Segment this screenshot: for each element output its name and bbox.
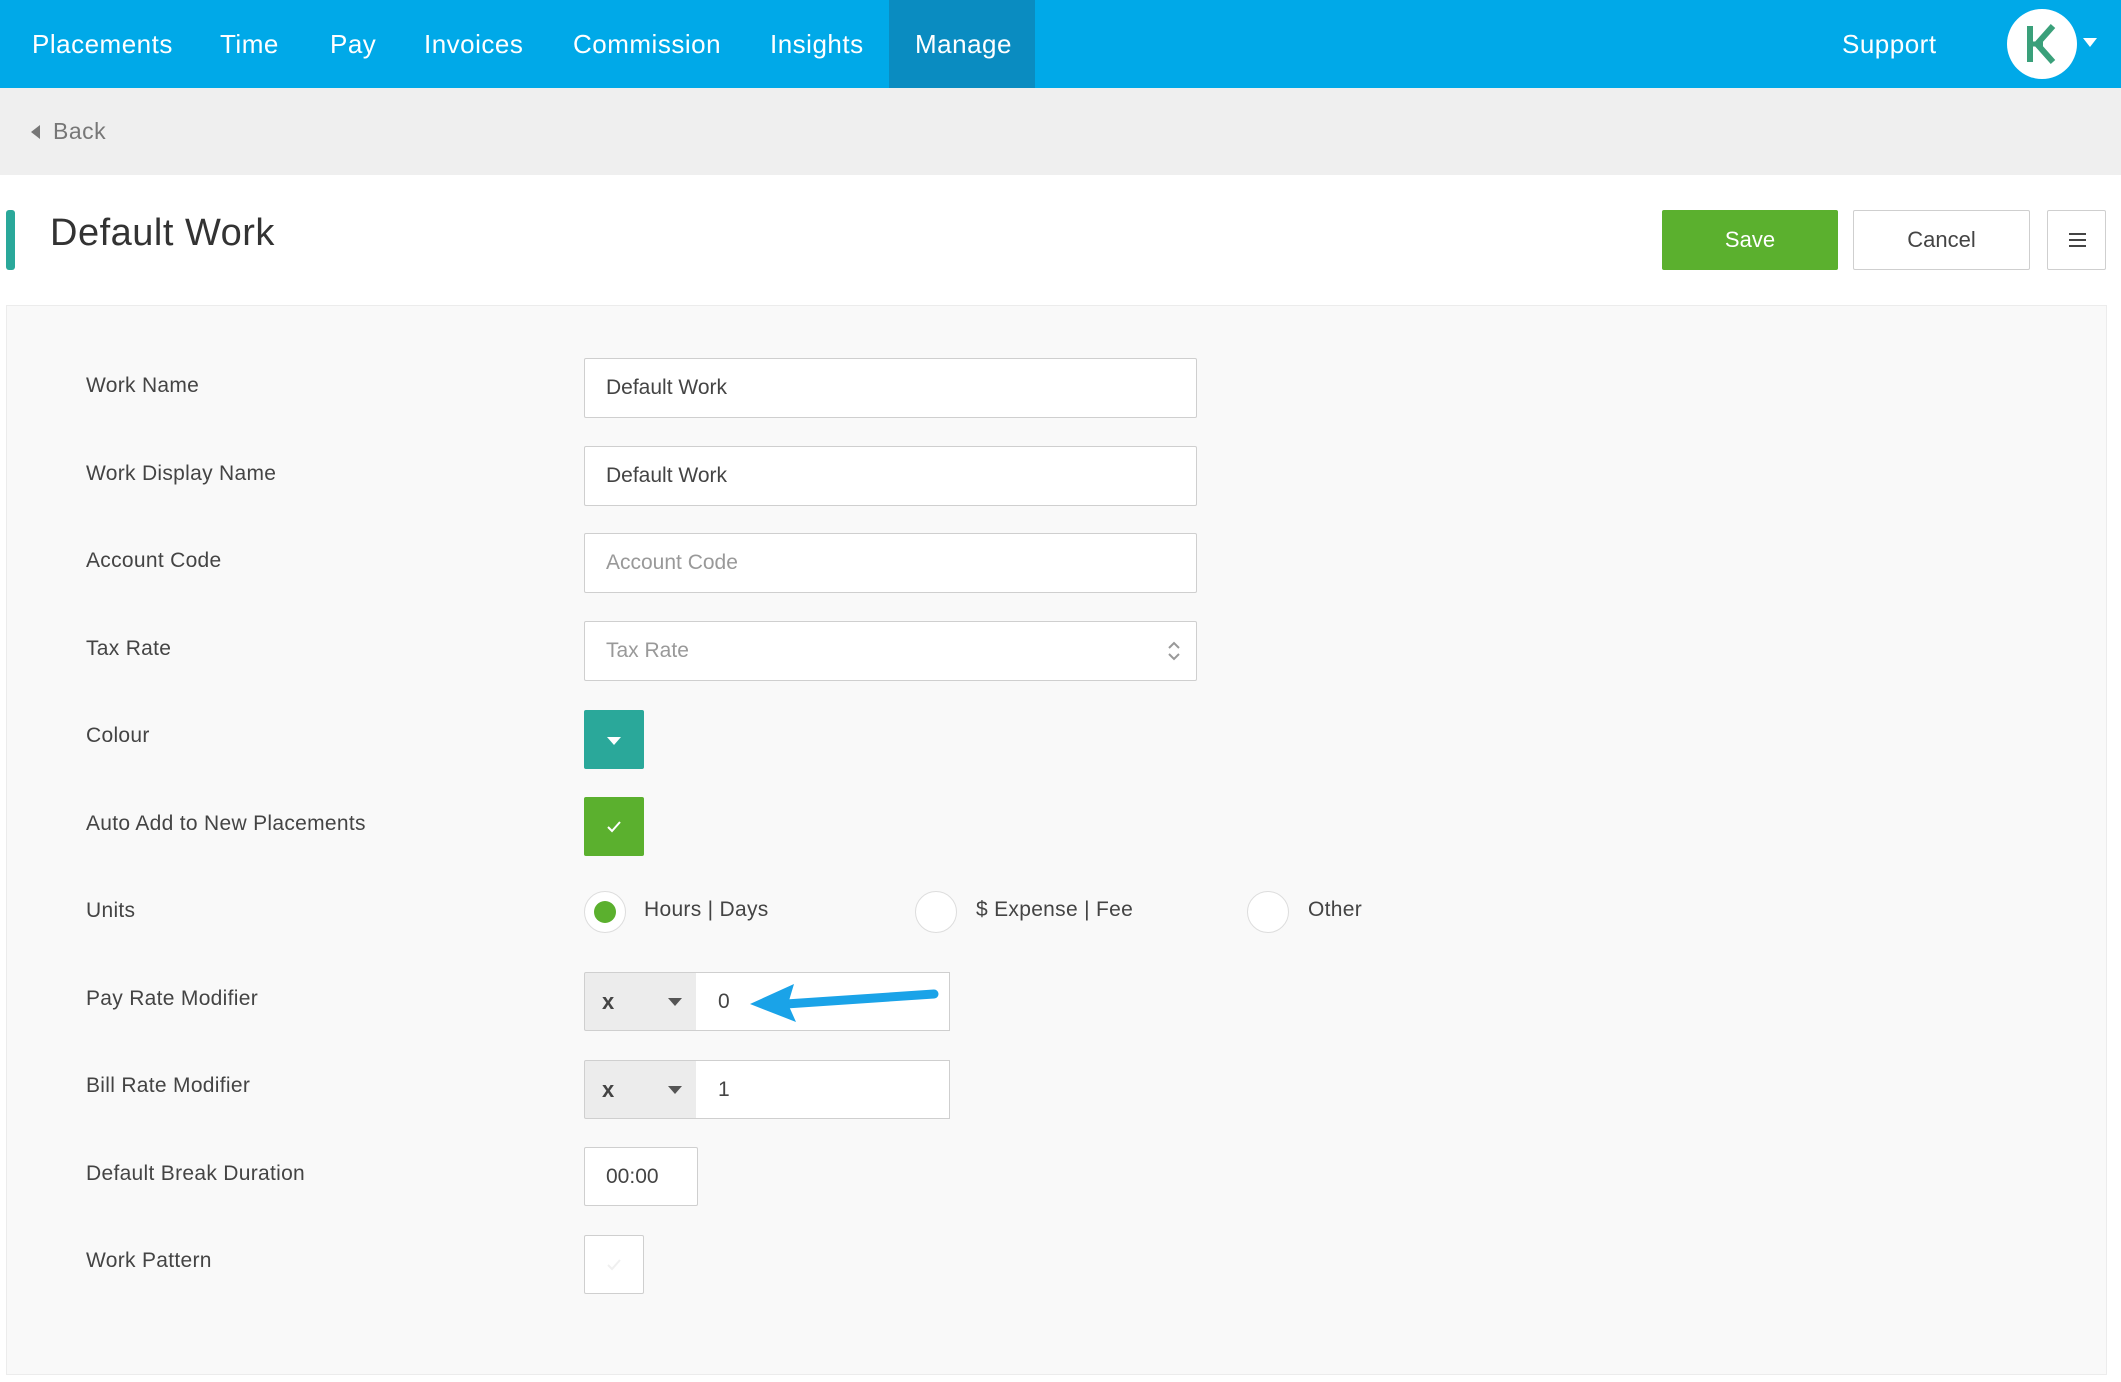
save-button[interactable]: Save	[1662, 210, 1838, 270]
chevron-left-icon[interactable]	[31, 125, 40, 139]
default-break-duration-input[interactable]: 00:00	[584, 1147, 698, 1206]
pay-rate-operator-value: x	[602, 989, 615, 1014]
nav-item-time[interactable]: Time	[194, 0, 305, 88]
nav-item-manage[interactable]: Manage	[889, 0, 1035, 88]
auto-add-label: Auto Add to New Placements	[86, 812, 366, 835]
back-link[interactable]: Back	[53, 88, 106, 175]
units-option-hours-days[interactable]: Hours | Days	[644, 898, 769, 922]
title-accent	[6, 210, 15, 270]
work-name-label: Work Name	[86, 374, 200, 397]
sort-arrows-icon	[1168, 641, 1180, 661]
nav-item-placements[interactable]: Placements	[6, 0, 199, 88]
chevron-down-icon[interactable]	[2083, 38, 2097, 47]
cancel-button[interactable]: Cancel	[1853, 210, 2030, 270]
tax-rate-label: Tax Rate	[86, 637, 172, 660]
hamburger-icon	[2069, 233, 2086, 235]
bill-rate-modifier-input[interactable]: 1	[696, 1060, 950, 1119]
chevron-down-icon	[668, 998, 682, 1006]
units-radio-other[interactable]	[1247, 891, 1289, 933]
account-code-label: Account Code	[86, 549, 222, 572]
annotation-arrow-icon	[750, 984, 939, 1022]
checkmark-icon	[607, 1259, 621, 1271]
support-link[interactable]: Support	[1842, 0, 1937, 88]
checkmark-icon	[607, 821, 621, 833]
units-option-expense-fee[interactable]: $ Expense | Fee	[976, 898, 1133, 922]
pay-rate-modifier-label: Pay Rate Modifier	[86, 987, 259, 1010]
work-pattern-checkbox[interactable]	[584, 1235, 644, 1294]
pay-rate-operator-select[interactable]: x	[584, 972, 697, 1031]
units-radio-hours-days[interactable]	[584, 891, 626, 933]
nav-item-invoices[interactable]: Invoices	[398, 0, 549, 88]
nav-item-commission[interactable]: Commission	[547, 0, 747, 88]
work-display-name-input[interactable]: Default Work	[584, 446, 1197, 506]
avatar[interactable]	[2007, 9, 2077, 79]
default-break-duration-label: Default Break Duration	[86, 1162, 306, 1185]
colour-label: Colour	[86, 724, 150, 747]
k-logo-icon	[2027, 24, 2056, 64]
chevron-down-icon	[607, 737, 621, 745]
menu-button[interactable]	[2047, 210, 2106, 270]
nav-item-pay[interactable]: Pay	[304, 0, 402, 88]
back-bar	[0, 88, 2121, 175]
units-label: Units	[86, 899, 136, 922]
radio-selected-dot	[594, 901, 616, 923]
tax-rate-select[interactable]: Tax Rate	[584, 621, 1197, 681]
nav-item-insights[interactable]: Insights	[744, 0, 890, 88]
units-option-other[interactable]: Other	[1308, 898, 1362, 922]
bill-rate-modifier-label: Bill Rate Modifier	[86, 1074, 251, 1097]
work-display-name-label: Work Display Name	[86, 462, 277, 485]
bill-rate-operator-select[interactable]: x	[584, 1060, 697, 1119]
chevron-down-icon	[668, 1086, 682, 1094]
units-radio-expense-fee[interactable]	[915, 891, 957, 933]
bill-rate-operator-value: x	[602, 1077, 615, 1102]
tax-rate-placeholder: Tax Rate	[606, 639, 689, 662]
auto-add-checkbox[interactable]	[584, 797, 644, 856]
account-code-input[interactable]: Account Code	[584, 533, 1197, 593]
colour-picker-button[interactable]	[584, 710, 644, 769]
work-name-input[interactable]: Default Work	[584, 358, 1197, 418]
page-title: Default Work	[50, 212, 275, 254]
top-nav: Placements Time Pay Invoices Commission …	[0, 0, 2121, 88]
work-pattern-label: Work Pattern	[86, 1249, 212, 1272]
